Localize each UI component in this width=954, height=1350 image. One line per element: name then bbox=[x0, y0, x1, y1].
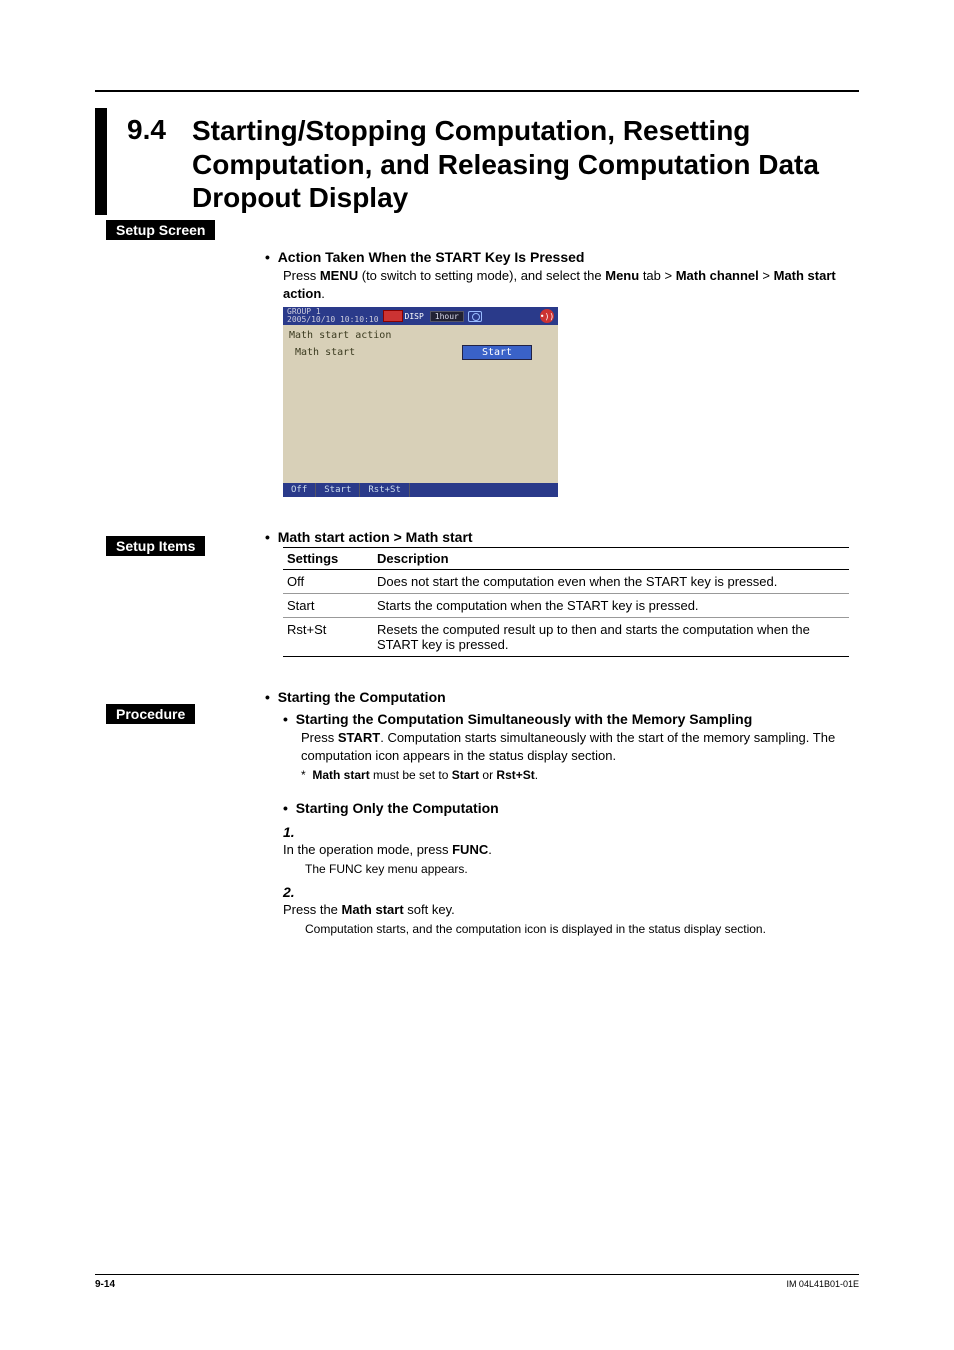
proc-h1-text: Starting the Computation bbox=[278, 689, 446, 705]
step-2-text: Press the Math start soft key. bbox=[283, 902, 825, 917]
setup-screen-section: Setup Screen bbox=[110, 210, 215, 246]
setup-items-section: Setup Items bbox=[110, 526, 205, 562]
proc-h3-text: Starting Only the Computation bbox=[296, 800, 499, 816]
heading-title: Starting/Stopping Computation, Resetting… bbox=[192, 108, 859, 215]
page-number: 9-14 bbox=[95, 1279, 115, 1290]
scr-row-value[interactable]: Start bbox=[462, 345, 532, 360]
scr-disp: DISP bbox=[405, 312, 424, 321]
t: Press bbox=[283, 268, 320, 283]
proc-h2: • Starting the Computation Simultaneousl… bbox=[283, 711, 849, 727]
scr-btn-rstst[interactable]: Rst+St bbox=[360, 483, 410, 497]
bold-menu: MENU bbox=[320, 268, 358, 283]
heading-bar bbox=[95, 108, 107, 215]
bold-func: FUNC bbox=[452, 842, 488, 857]
setup-items-content: • Math start action > Math start Setting… bbox=[265, 529, 849, 657]
t: Press bbox=[301, 730, 338, 745]
cell-setting: Rst+St bbox=[283, 618, 373, 657]
cell-desc: Does not start the computation even when… bbox=[373, 570, 849, 594]
step-1-text: In the operation mode, press FUNC. bbox=[283, 842, 825, 857]
scr-hour: 1hour bbox=[430, 311, 464, 322]
note-rstst: Rst+St bbox=[496, 768, 534, 782]
t: > bbox=[759, 268, 774, 283]
scr-btn-start[interactable]: Start bbox=[316, 483, 360, 497]
t: or bbox=[479, 768, 496, 782]
table-row: Rst+St Resets the computed result up to … bbox=[283, 618, 849, 657]
sound-icon: •)) bbox=[540, 309, 554, 323]
col-settings: Settings bbox=[283, 548, 373, 570]
camera-icon bbox=[468, 311, 482, 322]
t: Press the bbox=[283, 902, 342, 917]
setup-screen-label: Setup Screen bbox=[106, 220, 215, 240]
scr-row-label: Math start bbox=[295, 347, 355, 358]
procedure-label: Procedure bbox=[106, 704, 195, 724]
t: tab > bbox=[639, 268, 676, 283]
scr-row: Math start Start bbox=[289, 345, 552, 360]
page: 9.4 Starting/Stopping Computation, Reset… bbox=[0, 0, 954, 1350]
top-rule bbox=[95, 90, 859, 92]
page-footer: 9-14 IM 04L41B01-01E bbox=[95, 1274, 859, 1290]
proc-h2-text: Starting the Computation Simultaneously … bbox=[296, 711, 753, 727]
bold-start: START bbox=[338, 730, 380, 745]
t: (to switch to setting mode), and select … bbox=[358, 268, 605, 283]
section-heading: 9.4 Starting/Stopping Computation, Reset… bbox=[95, 108, 859, 215]
scr-status-bar: GROUP 1 2005/10/10 10:10:10 DISP 1hour •… bbox=[283, 307, 558, 325]
table-row: Start Starts the computation when the ST… bbox=[283, 594, 849, 618]
table-row: Off Does not start the computation even … bbox=[283, 570, 849, 594]
proc-h3: • Starting Only the Computation bbox=[283, 800, 849, 816]
cell-desc: Resets the computed result up to then an… bbox=[373, 618, 849, 657]
t: . bbox=[321, 286, 325, 301]
cell-desc: Starts the computation when the START ke… bbox=[373, 594, 849, 618]
heading-number: 9.4 bbox=[127, 108, 192, 146]
scr-red-badge-icon bbox=[383, 310, 403, 322]
t: . Computation starts simultaneously with… bbox=[301, 730, 835, 763]
cell-setting: Off bbox=[283, 570, 373, 594]
t: . bbox=[488, 842, 492, 857]
step-2-sub: Computation starts, and the computation … bbox=[305, 922, 849, 936]
step-num-1: 1. bbox=[283, 824, 303, 840]
proc-p1: Press START. Computation starts simultan… bbox=[301, 729, 849, 765]
scr-datetime: 2005/10/10 10:10:10 bbox=[287, 316, 379, 324]
t: . bbox=[535, 768, 538, 782]
note-start: Start bbox=[452, 768, 479, 782]
setup-items-label: Setup Items bbox=[106, 536, 205, 556]
setup-items-heading: • Math start action > Math start bbox=[265, 529, 849, 545]
bold-math-channel: Math channel bbox=[676, 268, 759, 283]
note-star: * bbox=[301, 768, 306, 782]
t: In the operation mode, press bbox=[283, 842, 452, 857]
procedure-content: • Starting the Computation • Starting th… bbox=[265, 689, 849, 935]
proc-h1: • Starting the Computation bbox=[265, 689, 849, 705]
note-math-start: Math start bbox=[312, 768, 369, 782]
action-heading-text: Action Taken When the START Key Is Press… bbox=[278, 249, 585, 265]
cell-setting: Start bbox=[283, 594, 373, 618]
step-1-sub: The FUNC key menu appears. bbox=[305, 862, 849, 876]
col-description: Description bbox=[373, 548, 849, 570]
scr-btn-off[interactable]: Off bbox=[283, 483, 316, 497]
scr-group-time: GROUP 1 2005/10/10 10:10:10 bbox=[287, 308, 379, 324]
step-2: 2. Press the Math start soft key. Comput… bbox=[283, 884, 849, 936]
proc-note: * Math start must be set to Start or Rst… bbox=[301, 768, 849, 782]
press-instruction: Press MENU (to switch to setting mode), … bbox=[283, 267, 849, 303]
settings-table: Settings Description Off Does not start … bbox=[283, 547, 849, 657]
setup-screen-content: • Action Taken When the START Key Is Pre… bbox=[265, 249, 849, 497]
t: must be set to bbox=[370, 768, 452, 782]
procedure-section: Procedure bbox=[110, 694, 195, 730]
bold-math-start-key: Math start bbox=[342, 902, 404, 917]
setup-items-heading-text: Math start action > Math start bbox=[278, 529, 473, 545]
bold-menu-tab: Menu bbox=[605, 268, 639, 283]
scr-softkey-bar: Off Start Rst+St bbox=[283, 483, 558, 497]
doc-id: IM 04L41B01-01E bbox=[786, 1279, 859, 1290]
step-num-2: 2. bbox=[283, 884, 303, 900]
device-screenshot: GROUP 1 2005/10/10 10:10:10 DISP 1hour •… bbox=[283, 307, 558, 497]
action-heading: • Action Taken When the START Key Is Pre… bbox=[265, 249, 849, 265]
scr-body: Math start action Math start Start bbox=[283, 325, 558, 365]
step-1: 1. In the operation mode, press FUNC. Th… bbox=[283, 824, 849, 876]
t: soft key. bbox=[404, 902, 455, 917]
scr-title: Math start action bbox=[289, 330, 552, 341]
